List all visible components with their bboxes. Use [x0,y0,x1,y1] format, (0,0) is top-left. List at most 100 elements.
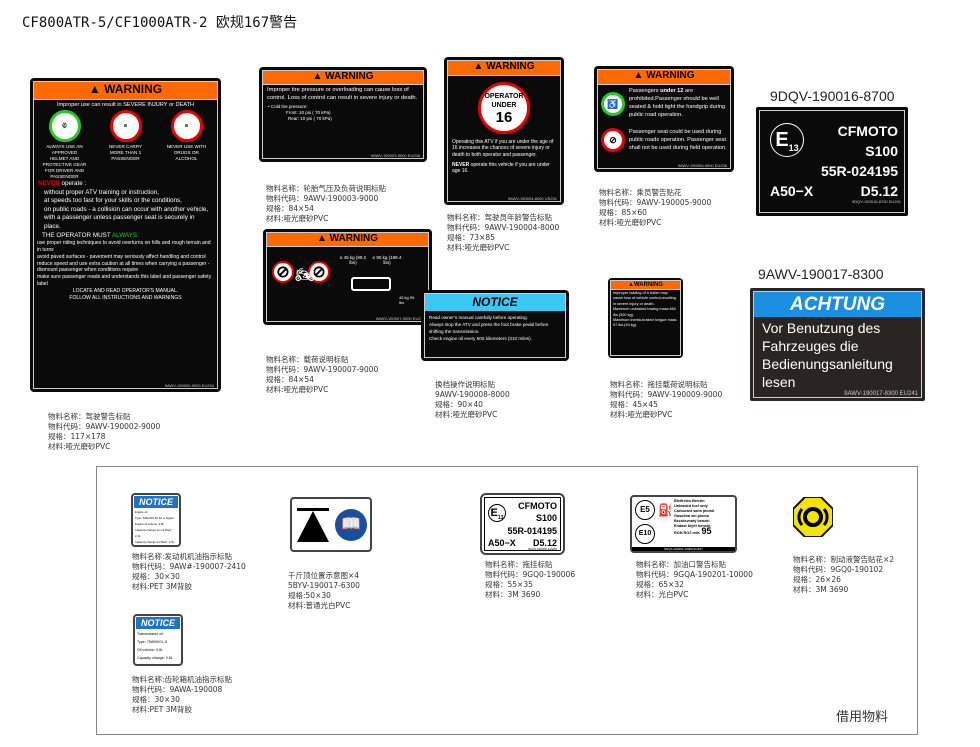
label-text-line: 规格：65×32 [636,580,684,589]
label-text-line: 物料代码：9AW#-190007-2410 [132,562,246,571]
passenger-warning-caption: 物料名称：乘员警告贴花 物料代码：9AWV-190005-9000 规格：85×60… [599,188,711,228]
label-text-line: 5BYV-190017-6300 [288,581,360,590]
label-text-line: 物料名称：驾驶员年龄警告标贴 [447,213,552,222]
icon-caption: NEVER CARRY MORE THAN 1 PASSENGER [108,144,143,161]
e5-mark: E5 [635,500,655,520]
load-warning-caption: 物料名称：载荷说明标贴 物料代码：9AWV-190007-9000 规格：84×54… [266,355,378,395]
warning-header: ▲ WARNING [267,233,428,247]
trailer-warning-caption: 物料名称：拖挂载荷说明标贴 物料代码：9AWV-190009-9000 规格：45×… [610,380,722,420]
label-text-line: 物料代码：9AWV-190002-9000 [48,422,161,431]
label-text-line: 9AWV-190008-8000 [435,390,510,399]
label-text-line: CFMOTO [518,501,557,511]
manual-icon: 📖 [335,509,367,541]
label-text-line: 规格：45×45 [610,400,658,409]
label-text-line: under 12 [660,88,684,94]
trailer-item: Maximum unbraked towing mass 660 lbs.(30… [613,307,676,317]
no-passenger-icon: ⊘ [109,110,142,142]
homologation-small-caption: 物料名称：拖挂标贴 物料代码：9GQ0-190006 规格：55×35 材料：3M 3… [485,560,575,600]
age-text: Operating this ATV if you are under the … [452,139,554,158]
age-warning-label: ▲ WARNING OPERATOR UNDER 16 Operating this… [444,57,564,205]
label-text-line: 物料名称：载荷说明标贴 [266,355,349,364]
label-text-line: 物料名称:齿轮箱机油指示标贴 [132,675,233,684]
rear-pressure: Rear: 10 psi ( 70 kPa) [288,116,332,122]
homologation-label: E13 CFMOTO S100 55R-024195 A50−X D5.12 9… [756,107,908,216]
e13-mark: E13 [770,123,804,157]
label-text-line: 物料名称：轮胎气压及负荷说明标贴 [266,184,386,193]
achtung-part-code: 9AWV-190017-8300 [758,266,884,282]
label-text-line: 材料:哑光磨砂PVC [48,442,111,451]
label-code: 9AWV-190002-9000 EU234 [164,383,214,388]
label-text-line: 55R-014195 [507,526,557,536]
notice-caption: 换档操作说明标贴 9AWV-190008-8000 规格：90×40 材料:哑光磨砂P… [435,380,510,420]
age-never: NEVER operate this vehicle if you are un… [448,160,560,177]
label-text-line: NEVER [38,180,60,187]
label-text-line: WARNING [329,233,379,244]
label-text-line: 13 [497,515,504,522]
trailer-text: Improper loading of a trailer may cause … [613,291,676,306]
homologation-small-label: E13 CFMOTO S100 55R-014195 A50−X D5.12 9… [480,493,565,555]
never-heading: NEVER operate : [38,180,213,189]
fuel-caption: 物料名称：加油口警告标贴 物料代码：9GQA-190201-10000 规格：65×… [636,560,753,600]
label-text-line: S100 [535,513,557,523]
label-text-line: 材料:PET 3M背胶 [132,705,192,714]
label-text-line: WARNING [486,61,535,72]
warning-header: ▲ WARNING [263,71,423,85]
label-text-line: 材料:PET 3M背胶 [132,582,192,591]
label-text-line: 16 [495,108,513,126]
label-text-line: 规格：85×60 [599,208,647,217]
gear-oil-caption: 物料名称:齿轮箱机油指示标贴 物料代码：9AWA-190008 规格：30×30 材料… [132,675,232,715]
borrowed-materials-label: 借用物料 [836,710,889,725]
label-text-line: 物料代码：9GQ0-190006 [485,570,576,579]
label-text-line: ALWAYS: [111,231,139,239]
jack-position-label: 📖 [290,497,372,552]
label-text-line: 规格：84×54 [266,375,314,384]
label-text-line: 规格：30×30 [132,695,180,704]
notice-item: Read owner’s manual carefully before ope… [429,315,528,320]
label-text-line: NEVER [452,161,470,168]
homologation-part-code: 9DQV-190016-8700 [770,88,895,104]
label-text-line: 物料代码：9GQ0-190102 [793,565,884,574]
label-text-line: 13 [788,143,799,153]
atv-icon [351,277,391,291]
brake-fluid-icon [793,497,833,537]
never-item: at speeds too fast for your skills or th… [44,197,182,205]
warning-header: ▲ WARNING [448,61,560,76]
e13-mark: E13 [488,504,506,522]
label-text-line: 千斤顶位置示意图×4 [288,571,360,580]
label-text-line: Transmission oil: [137,632,164,636]
label-text-line: Capacity change: 0.8L [137,656,173,660]
label-text-line: 材料：3M 3690 [793,585,849,594]
label-text-line: A50−X [488,538,516,548]
label-text-line: WARNING [325,71,374,82]
label-text-line: 规格：55×35 [485,580,533,589]
label-text-line: 材料:哑光磨砂PVC [599,218,662,227]
label-text-line: 规格：90×40 [435,400,483,409]
no-alcohol-icon: ⊘ [170,110,203,142]
label-text-line: 物料名称：制动液警告贴花×2 [793,555,895,564]
label-text-line: 材料:哑光磨砂PVC [266,214,329,223]
main-warning-caption: 物料名称：驾驶警告标贴 物料代码：9AWV-190002-9000 规格：117×1… [48,412,160,452]
tire-text: Improper tire pressure or overloading ca… [267,87,418,101]
must-item: reduce speed and use extra caution at al… [37,260,210,274]
label-text-line: Oil volume: 0.8L [137,648,163,652]
e10-mark: E10 [635,524,655,544]
tire-warning-caption: 物料名称：轮胎气压及负荷说明标贴 物料代码：9AWV-190003-9000 规格：… [266,184,386,224]
label-code: 9AWV-190004-8000 US231 [507,196,557,201]
passenger-ok-icon: ♿ [601,92,625,116]
notice-item: Check engine oil every 500 kilometers (3… [429,336,532,341]
notice-header: NOTICE [136,617,180,629]
class: A50−X [770,183,814,199]
label-text-line: 材料：光白PVC [636,590,689,599]
label-text-line: 9GQ0-190006 EU206 [527,547,557,551]
label-text-line: OPERATOR [484,92,524,100]
label-text-line: WARNING [104,82,163,96]
fuel-label: E5 E10 ⛽ Bleifreies Benzin Unleaded fuel … [630,495,737,553]
warning-intro: Improper use can result in SEVERE INJURY… [56,102,195,108]
hitch-load: 45 kg 99 lbs [399,295,415,305]
tire-warning-label: ▲ WARNING Improper tire pressure or over… [259,67,427,162]
must-item: use proper riding techniques to avoid ov… [37,240,211,253]
label-text-line: Passengers [629,88,661,94]
label-text-line: 规格：73×85 [447,233,495,242]
label-text-line: 规格：30×30 [132,572,180,581]
rear-load: ≤ 90 kg (198.4 lbs) [372,255,402,265]
